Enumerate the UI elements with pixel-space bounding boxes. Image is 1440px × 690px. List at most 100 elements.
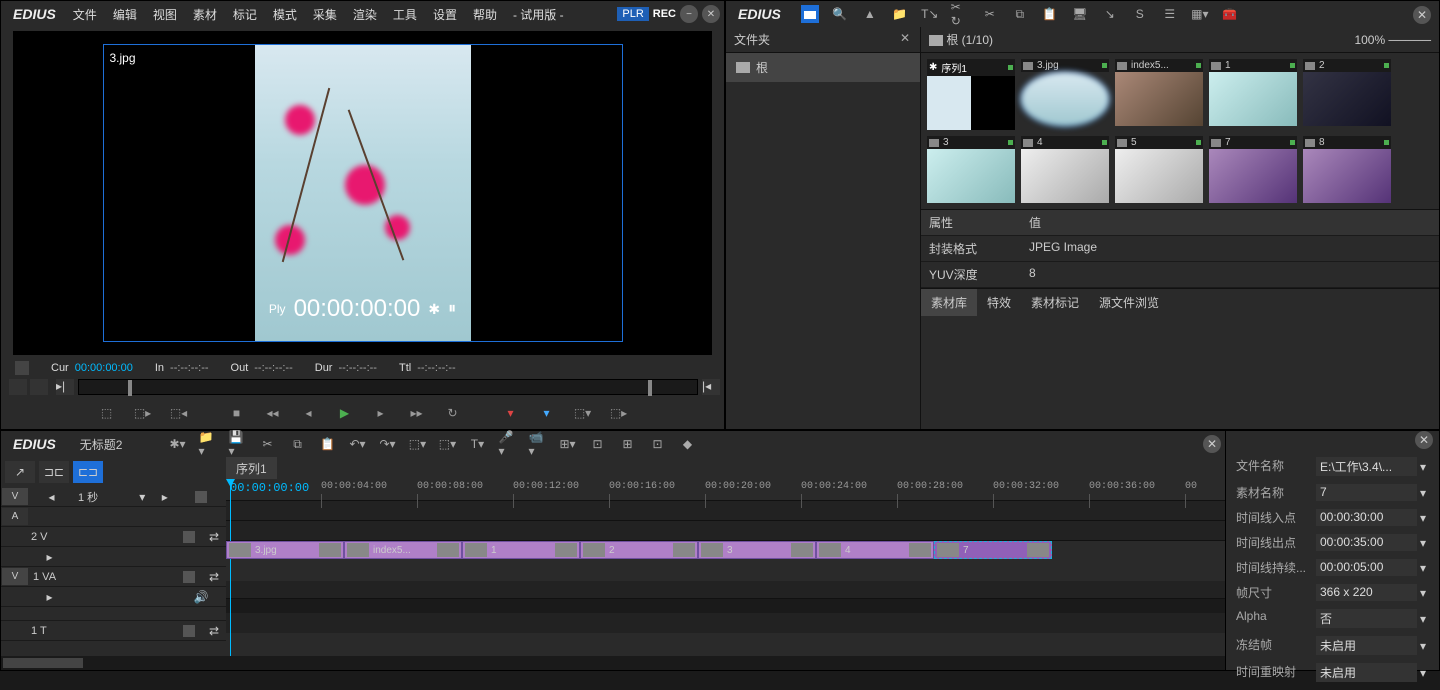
menu-file[interactable]: 文件 xyxy=(66,2,104,27)
tc-out[interactable]: --:--:--:-- xyxy=(254,362,292,374)
playhead[interactable] xyxy=(230,479,231,656)
film-icon[interactable] xyxy=(195,491,207,503)
film-icon[interactable] xyxy=(183,531,195,543)
menu-tools[interactable]: 工具 xyxy=(386,2,424,27)
menu-mode[interactable]: 模式 xyxy=(266,2,304,27)
menu-settings[interactable]: 设置 xyxy=(426,2,464,27)
film-icon[interactable] xyxy=(183,625,195,637)
minimize-button[interactable]: − xyxy=(680,5,698,23)
menu-edit[interactable]: 编辑 xyxy=(106,2,144,27)
tl-save-button[interactable]: 💾▾ xyxy=(228,435,246,453)
tc-cur[interactable]: 00:00:00:00 xyxy=(75,362,133,374)
track-1va-label[interactable]: 1 VA xyxy=(29,567,176,586)
menu-view[interactable]: 视图 xyxy=(146,2,184,27)
tl-redo-button[interactable]: ↷▾ xyxy=(378,435,396,453)
playhead-timecode[interactable]: 00:00:00:00 xyxy=(230,481,309,495)
prev-frame-button[interactable]: ◂ xyxy=(297,403,321,423)
timeline-clip[interactable]: index5... xyxy=(344,541,462,559)
timeline-close-button[interactable]: ✕ xyxy=(1203,435,1221,453)
tl-grid-button[interactable]: ⊞ xyxy=(618,435,636,453)
sync-icon[interactable]: ⇄ xyxy=(209,624,219,638)
tl-scope-button[interactable]: ⊡ xyxy=(588,435,606,453)
track-2v-label[interactable]: 2 V xyxy=(27,527,176,546)
set-out-button[interactable]: ⬚▸ xyxy=(131,403,155,423)
insert-button[interactable]: ▾ xyxy=(499,403,523,423)
cut-button[interactable]: ✂ xyxy=(981,5,999,23)
fast-forward-button[interactable]: ▸▸ xyxy=(405,403,429,423)
mode-multicam-button[interactable]: ⊏⊐ xyxy=(73,461,103,483)
bin-thumb[interactable]: 1 xyxy=(1209,59,1297,130)
timeline-ruler[interactable]: 00:00:00:00 00:00:04:0000:00:08:0000:00:… xyxy=(226,479,1225,501)
time-scale[interactable]: 1 秒 xyxy=(74,487,131,506)
tl-ripple-button[interactable]: ⬚▾ xyxy=(408,435,426,453)
mode-normal-button[interactable]: ↗ xyxy=(5,461,35,483)
track-a-patch[interactable]: A xyxy=(2,508,28,525)
seek-out-icon[interactable]: |◂ xyxy=(702,379,720,395)
bin-thumb[interactable]: 8 xyxy=(1303,136,1391,203)
tc-dur[interactable]: --:--:--:-- xyxy=(338,362,376,374)
open-button[interactable]: 📁 xyxy=(891,5,909,23)
zoom-level[interactable]: 100% xyxy=(1354,33,1385,47)
copy-button[interactable]: ⧉ xyxy=(1011,5,1029,23)
properties-button[interactable]: ↘ xyxy=(1101,5,1119,23)
timeline-content[interactable]: 序列1 00:00:00:00 00:00:04:0000:00:08:0000… xyxy=(226,457,1225,656)
bin-thumb[interactable]: 7 xyxy=(1209,136,1297,203)
menu-render[interactable]: 渲染 xyxy=(346,2,384,27)
tl-safe-button[interactable]: ⊡ xyxy=(648,435,666,453)
bin-thumb[interactable]: 5 xyxy=(1115,136,1203,203)
view-list-button[interactable]: ☰ xyxy=(1161,5,1179,23)
tl-title-button[interactable]: T▾ xyxy=(468,435,486,453)
bin-thumb[interactable]: 2 xyxy=(1303,59,1391,130)
tl-undo-button[interactable]: ↶▾ xyxy=(348,435,366,453)
tc-in[interactable]: --:--:--:-- xyxy=(170,362,208,374)
mode-trim-button[interactable]: ⊐⊏ xyxy=(39,461,69,483)
timeline-clip[interactable]: 4 xyxy=(816,541,934,559)
film-icon[interactable] xyxy=(183,571,195,583)
tab-library[interactable]: 素材库 xyxy=(921,289,977,316)
track-1t-label[interactable]: 1 T xyxy=(27,621,176,640)
sync-icon[interactable]: ⇄ xyxy=(209,570,219,584)
loop-button[interactable]: ↻ xyxy=(441,403,465,423)
tl-snap-button[interactable]: ⬚▾ xyxy=(438,435,456,453)
tl-copy-button[interactable]: ⧉ xyxy=(288,435,306,453)
bin-thumb[interactable]: ✱序列1 xyxy=(927,59,1015,130)
view-s-button[interactable]: S xyxy=(1131,5,1149,23)
timeline-clip[interactable]: 3 xyxy=(698,541,816,559)
match-frame-button[interactable]: ⬚◂ xyxy=(167,403,191,423)
new-clip-button[interactable]: T↘ xyxy=(921,5,939,23)
tl-video-button[interactable]: 📹▾ xyxy=(528,435,546,453)
set-in-button[interactable]: ⬚ xyxy=(95,403,119,423)
bin-close-button[interactable]: ✕ xyxy=(1413,6,1431,24)
timeline-scrollbar[interactable] xyxy=(1,656,1225,670)
seek-track[interactable] xyxy=(78,379,698,395)
seek-bar[interactable]: ▸| |◂ xyxy=(1,377,724,397)
search-button[interactable]: 🔍 xyxy=(831,5,849,23)
new-title-button[interactable]: ✂↻ xyxy=(951,5,969,23)
tl-new-button[interactable]: ✱▾ xyxy=(168,435,186,453)
up-button[interactable]: ▲ xyxy=(861,5,879,23)
sync-icon[interactable]: ⇄ xyxy=(209,530,219,544)
rewind-button[interactable]: ◂◂ xyxy=(261,403,285,423)
track-v-patch[interactable]: V xyxy=(2,488,28,505)
tl-marker-button[interactable]: ◆ xyxy=(678,435,696,453)
menu-capture[interactable]: 采集 xyxy=(306,2,344,27)
bin-thumb[interactable]: 4 xyxy=(1021,136,1109,203)
tl-paste-button[interactable]: 📋 xyxy=(318,435,336,453)
tl-open-button[interactable]: 📁▾ xyxy=(198,435,216,453)
stop-button[interactable]: ■ xyxy=(225,403,249,423)
tl-mixer-button[interactable]: ⊞▾ xyxy=(558,435,576,453)
next-frame-button[interactable]: ▸ xyxy=(369,403,393,423)
timeline-clip[interactable]: 1 xyxy=(462,541,580,559)
play-button[interactable]: ▶ xyxy=(333,403,357,423)
bin-thumb[interactable]: 3.jpg xyxy=(1021,59,1109,130)
tc-ttl[interactable]: --:--:--:-- xyxy=(417,362,455,374)
timeline-clip[interactable]: 3.jpg xyxy=(226,541,344,559)
props-close-button[interactable]: ✕ xyxy=(1415,431,1433,449)
speaker-icon[interactable]: 🔊 xyxy=(194,590,209,604)
tab-source-browse[interactable]: 源文件浏览 xyxy=(1089,289,1169,316)
seek-in-icon[interactable]: ▸| xyxy=(56,379,74,395)
folder-tree-close[interactable]: ✕ xyxy=(898,31,912,45)
tl-audio-button[interactable]: 🎤▾ xyxy=(498,435,516,453)
track-va-patch[interactable]: V xyxy=(2,568,28,585)
delete-button[interactable]: 🖥 xyxy=(1071,5,1089,23)
